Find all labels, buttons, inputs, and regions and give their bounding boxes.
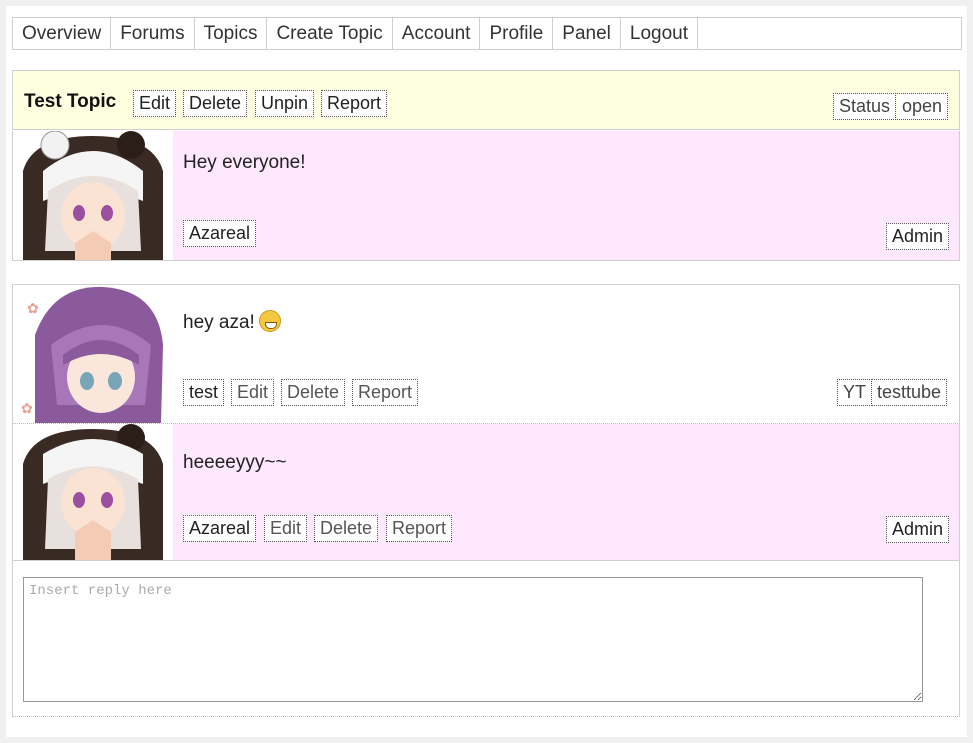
- topic-title: Test Topic: [24, 91, 117, 112]
- post-content: hey aza!: [183, 310, 281, 334]
- topic-status-value: open: [897, 93, 949, 120]
- topic-edit-button[interactable]: Edit: [133, 90, 177, 117]
- nav-forums[interactable]: Forums: [111, 18, 195, 49]
- nav-logout[interactable]: Logout: [621, 18, 699, 49]
- topic-unpin-button[interactable]: Unpin: [255, 90, 315, 117]
- post-delete-button[interactable]: Delete: [314, 515, 379, 542]
- post-tag-short: YT: [837, 379, 873, 406]
- nav-account[interactable]: Account: [393, 18, 481, 49]
- nav-profile[interactable]: Profile: [480, 18, 554, 49]
- grinning-emoji-icon: [258, 310, 281, 332]
- nav-create-topic[interactable]: Create Topic: [267, 18, 393, 49]
- avatar: [13, 424, 173, 560]
- nav-panel[interactable]: Panel: [553, 18, 621, 49]
- svg-text:✿: ✿: [27, 301, 39, 317]
- post-author[interactable]: Azareal: [183, 515, 257, 542]
- post-delete-button[interactable]: Delete: [281, 379, 346, 406]
- topic-header: Test Topic Edit Delete Unpin Report Stat…: [12, 70, 960, 130]
- post-author[interactable]: test: [183, 379, 225, 406]
- post-1: Hey everyone! Azareal Admin: [12, 131, 960, 261]
- nav-overview[interactable]: Overview: [13, 18, 112, 49]
- reply-textarea[interactable]: [23, 577, 923, 702]
- reply-area: [12, 560, 960, 717]
- topic-status-label: Status: [833, 93, 897, 120]
- post-body: Hey everyone! Azareal Admin: [173, 131, 959, 260]
- post-content: heeeeyyy~~: [183, 452, 287, 473]
- topic-report-button[interactable]: Report: [321, 90, 388, 117]
- page-container: Overview Forums Topics Create Topic Acco…: [6, 6, 967, 737]
- post-3: heeeeyyy~~ Azareal Edit Delete Report Ad…: [12, 423, 960, 560]
- svg-text:✿: ✿: [21, 401, 33, 417]
- topic-delete-button[interactable]: Delete: [183, 90, 248, 117]
- post-report-button[interactable]: Report: [352, 379, 419, 406]
- post-edit-button[interactable]: Edit: [264, 515, 308, 542]
- post-2: ✿ ✿ hey aza! test Edit Delete Report YT …: [12, 284, 960, 423]
- post-role-badge: Admin: [886, 223, 950, 250]
- avatar: [13, 131, 173, 260]
- post-body: hey aza! test Edit Delete Report YT test…: [173, 285, 959, 423]
- post-content: Hey everyone!: [183, 152, 306, 173]
- post-report-button[interactable]: Report: [386, 515, 453, 542]
- post-body: heeeeyyy~~ Azareal Edit Delete Report Ad…: [173, 424, 959, 560]
- post-edit-button[interactable]: Edit: [231, 379, 275, 406]
- main-nav: Overview Forums Topics Create Topic Acco…: [12, 17, 962, 50]
- nav-topics[interactable]: Topics: [195, 18, 268, 49]
- avatar: ✿ ✿: [13, 285, 173, 423]
- post-tag-value: testtube: [872, 379, 948, 406]
- post-author[interactable]: Azareal: [183, 220, 257, 247]
- post-role-badge: Admin: [886, 516, 950, 543]
